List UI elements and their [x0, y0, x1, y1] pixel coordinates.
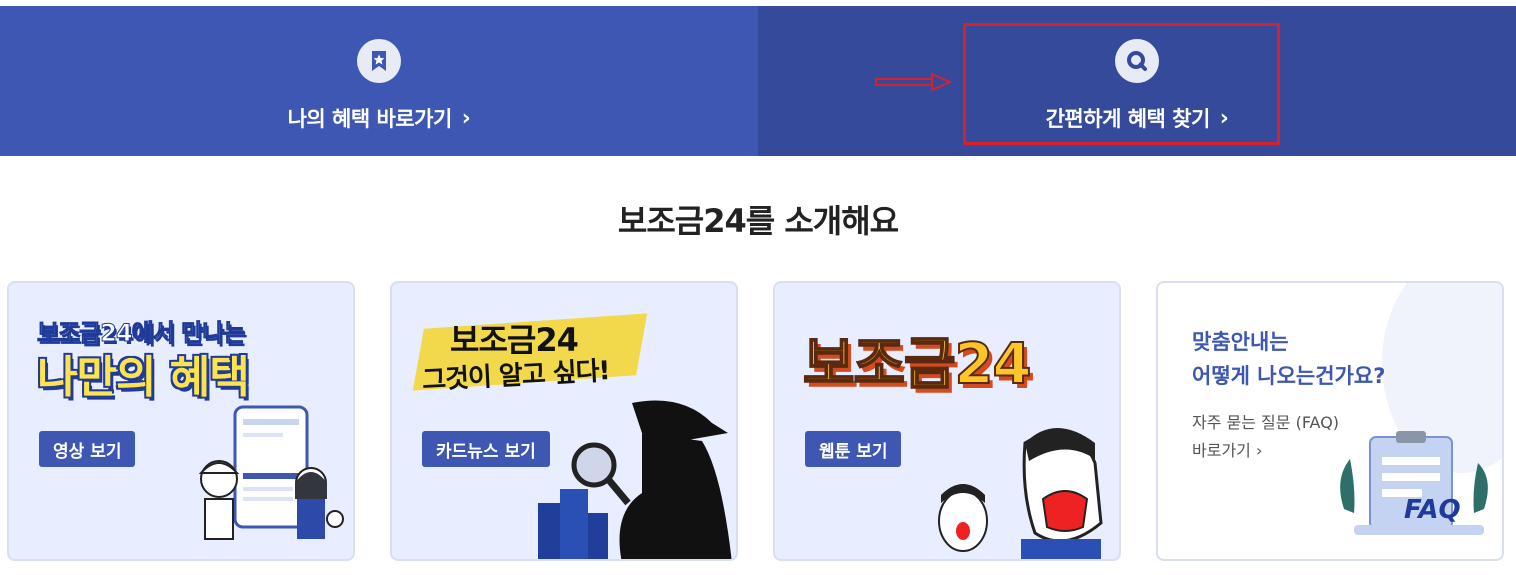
faq-card[interactable]: 맞춤안내는 어떻게 나오는건가요? 자주 묻는 질문 (FAQ) 바로가기 › …: [1156, 281, 1504, 561]
faq-shortcut-link[interactable]: 바로가기 ›: [1192, 437, 1339, 465]
faq-badge: FAQ: [1404, 495, 1461, 525]
card-headline-large: 나만의 혜택: [37, 352, 250, 403]
star-bookmark-icon: [357, 39, 401, 83]
webtoon-characters-icon: [938, 428, 1103, 559]
faq-headline-line2: 어떻게 나오는건가요?: [1192, 364, 1386, 388]
detective-illustration-icon: [538, 400, 732, 559]
my-benefits-label: 나의 혜택 바로가기: [287, 107, 453, 131]
faq-headline-line1: 맞춤안내는: [1192, 330, 1289, 354]
view-webtoon-button[interactable]: 웹툰 보기: [805, 431, 902, 467]
card-news-card[interactable]: 보조금24 그것이 알고 싶다! 카드뉴스 보기: [390, 281, 738, 561]
section-title: 보조금24를 소개해요: [617, 202, 899, 240]
annotation-arrow-icon: [875, 72, 953, 92]
family-illustration-icon: [198, 405, 344, 540]
webtoon-card[interactable]: 보조금24 웹툰 보기: [773, 281, 1121, 561]
chevron-right-icon: ›: [461, 105, 471, 131]
faq-subtitle: 자주 묻는 질문 (FAQ): [1192, 413, 1340, 432]
view-card-news-button[interactable]: 카드뉴스 보기: [422, 431, 550, 467]
top-banner: 나의 혜택 바로가기 › 간편하게 혜택 찾기 ›: [0, 6, 1516, 156]
annotation-highlight-box: [963, 23, 1280, 145]
card-headline: 보조금24: [802, 331, 1032, 398]
watch-video-button[interactable]: 영상 보기: [39, 431, 136, 467]
video-card[interactable]: 보조금24에서 만나는 나만의 혜택 영상 보기: [7, 281, 355, 561]
my-benefits-link[interactable]: 나의 혜택 바로가기 ›: [0, 6, 758, 156]
